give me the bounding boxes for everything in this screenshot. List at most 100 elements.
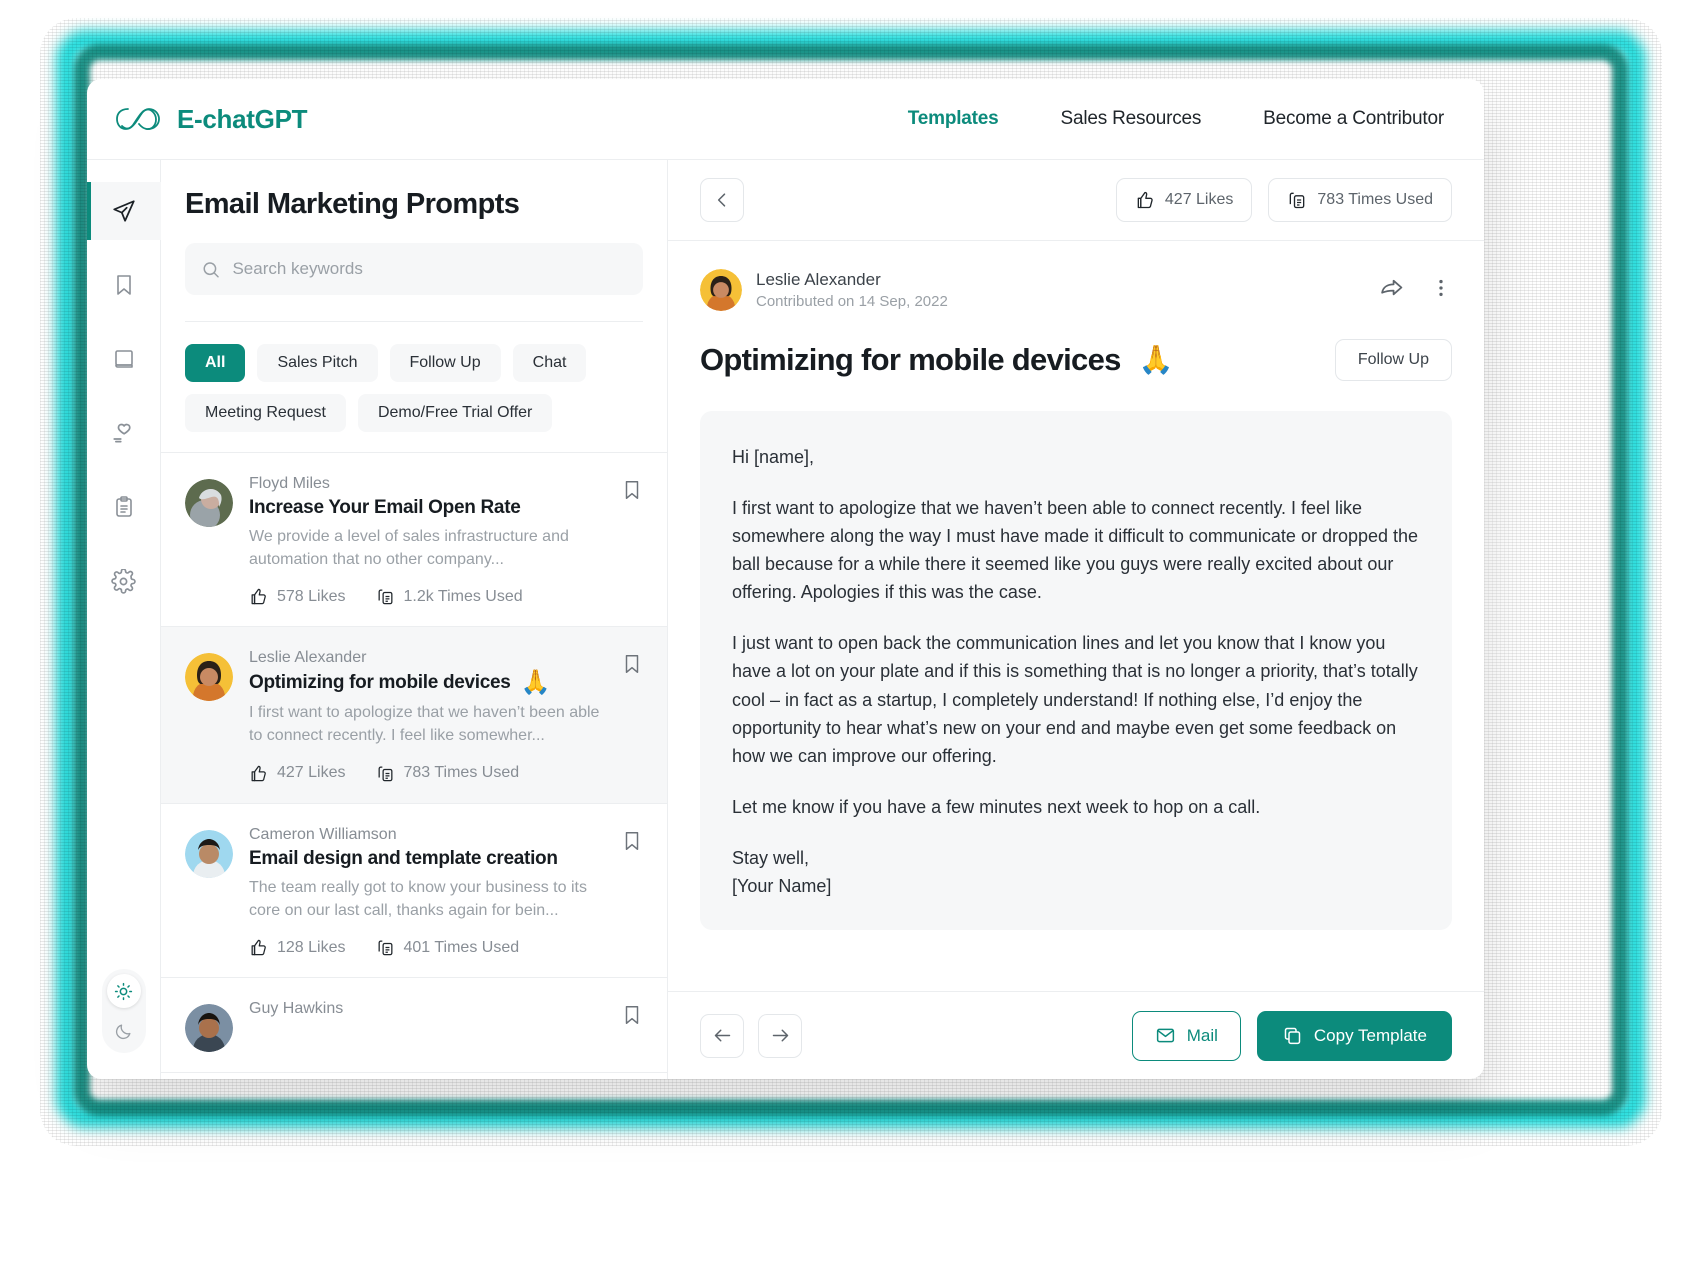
copy-template-button-label: Copy Template xyxy=(1313,1025,1427,1045)
list-item-used-label: 783 Times Used xyxy=(403,764,520,782)
list-item-content: Leslie Alexander Optimizing for mobile d… xyxy=(249,649,605,782)
avatar xyxy=(185,653,233,702)
theme-dark-button[interactable] xyxy=(107,1014,141,1048)
list-item[interactable]: Leslie Alexander Optimizing for mobile d… xyxy=(161,627,667,804)
nav-item-become-a-contributor[interactable]: Become a Contributor xyxy=(1263,108,1444,130)
thumbs-up-icon xyxy=(251,589,266,605)
share-button[interactable] xyxy=(1379,275,1404,305)
list-item-author: Guy Hawkins xyxy=(249,1000,344,1018)
thumbs-up-icon xyxy=(1137,191,1153,209)
arrow-right-icon xyxy=(772,1029,788,1042)
filter-chip-chat[interactable]: Chat xyxy=(512,344,587,382)
bookmark-icon xyxy=(116,275,131,295)
list-item-meta: 427 Likes 783 Times Used xyxy=(249,764,605,783)
filter-chip-meeting-request[interactable]: Meeting Request xyxy=(185,394,346,432)
times-used-stat[interactable]: 783 Times Used xyxy=(1268,178,1452,222)
bookmark-icon[interactable] xyxy=(621,653,643,782)
top-navbar: E-chatGPT Templates Sales Resources Beco… xyxy=(87,79,1484,160)
prompt-list-panel: Email Marketing Prompts All Sales Pitch … xyxy=(161,160,668,1079)
filter-chip-all[interactable]: All xyxy=(185,344,246,382)
more-options-button[interactable] xyxy=(1430,277,1452,304)
email-template-body: Hi [name], I first want to apologize tha… xyxy=(700,411,1452,931)
infinity-logo-icon xyxy=(116,108,160,131)
email-paragraph: I just want to open back the communicati… xyxy=(732,633,1418,766)
filter-chip-follow-up[interactable]: Follow Up xyxy=(389,344,501,382)
search-input[interactable] xyxy=(232,259,627,279)
list-item[interactable]: Guy Hawkins xyxy=(161,978,667,1074)
nav-item-templates[interactable]: Templates xyxy=(908,108,999,130)
list-item-content: Cameron Williamson Email design and temp… xyxy=(249,826,605,957)
avatar-leslie-alexander-detail xyxy=(700,269,742,311)
list-item-likes-label: 578 Likes xyxy=(277,587,346,605)
avatar-cameron-williamson xyxy=(185,829,233,878)
email-paragraph: Hi [name], xyxy=(732,447,815,467)
list-item-used: 401 Times Used xyxy=(376,938,520,957)
back-button[interactable] xyxy=(700,178,744,222)
praying-hands-emoji: 🙏 xyxy=(1138,344,1174,375)
list-item[interactable]: Cameron Williamson Email design and temp… xyxy=(161,804,667,979)
prompt-list[interactable]: Floyd Miles Increase Your Email Open Rat… xyxy=(161,452,667,1079)
times-used-stat-label: 783 Times Used xyxy=(1317,191,1433,208)
list-header: Email Marketing Prompts xyxy=(161,160,667,322)
avatar-leslie-alexander xyxy=(185,653,233,702)
footer-actions: Mail Copy Template xyxy=(1131,1010,1452,1061)
detail-toolbar: 427 Likes 783 Times Used xyxy=(668,160,1484,241)
list-item-content: Guy Hawkins xyxy=(249,1000,605,1052)
list-item-meta: 128 Likes 401 Times Used xyxy=(249,938,605,957)
rail-item-prompts[interactable] xyxy=(87,182,161,240)
list-item-content: Floyd Miles Increase Your Email Open Rat… xyxy=(249,475,605,606)
likes-stat-label: 427 Likes xyxy=(1164,191,1234,208)
rail-item-settings[interactable] xyxy=(87,552,161,610)
mail-icon xyxy=(1156,1028,1174,1043)
avatar xyxy=(185,479,233,527)
brand-logo[interactable]: E-chatGPT xyxy=(115,103,308,135)
clipboard-copy-icon xyxy=(378,940,392,956)
list-item-likes: 578 Likes xyxy=(249,587,346,606)
bookmark-icon[interactable] xyxy=(621,1004,643,1052)
list-item-author: Cameron Williamson xyxy=(249,825,397,843)
previous-button[interactable] xyxy=(700,1013,744,1058)
clipboard-copy-icon xyxy=(1290,192,1305,209)
contributed-date: Contributed on 14 Sep, 2022 xyxy=(756,293,948,310)
rail-item-library[interactable] xyxy=(87,330,161,388)
list-item-likes: 128 Likes xyxy=(249,938,346,957)
avatar xyxy=(185,1004,233,1053)
nav-item-sales-resources[interactable]: Sales Resources xyxy=(1061,108,1202,130)
theme-toggle[interactable] xyxy=(101,969,146,1053)
list-item-used-label: 1.2k Times Used xyxy=(403,587,523,605)
rail-item-favorites[interactable] xyxy=(87,404,161,462)
app-body: Email Marketing Prompts All Sales Pitch … xyxy=(87,160,1484,1079)
filter-chip-demo-free-trial-offer[interactable]: Demo/Free Trial Offer xyxy=(357,394,553,432)
paper-plane-icon xyxy=(112,200,135,222)
list-item-meta: 578 Likes 1.2k Times Used xyxy=(249,587,605,606)
gear-icon xyxy=(111,568,136,594)
list-item-title: Increase Your Email Open Rate xyxy=(249,497,605,519)
likes-stat[interactable]: 427 Likes xyxy=(1115,178,1253,222)
icon-rail xyxy=(87,160,161,1079)
list-item[interactable]: Floyd Miles Increase Your Email Open Rat… xyxy=(161,453,667,628)
filter-chip-sales-pitch[interactable]: Sales Pitch xyxy=(257,344,378,382)
theme-light-button[interactable] xyxy=(106,974,141,1008)
bookmark-icon[interactable] xyxy=(621,479,643,606)
mail-button[interactable]: Mail xyxy=(1131,1010,1241,1061)
rail-item-bookmarks[interactable] xyxy=(87,256,161,314)
copy-template-button[interactable]: Copy Template xyxy=(1256,1010,1452,1061)
detail-title-text: Optimizing for mobile devices xyxy=(700,342,1121,377)
category-tag-button[interactable]: Follow Up xyxy=(1334,339,1452,381)
detail-content: Leslie Alexander Contributed on 14 Sep, … xyxy=(668,241,1484,991)
rail-item-clipboard[interactable] xyxy=(87,478,161,536)
detail-footer: Mail Copy Template xyxy=(668,991,1484,1079)
copy-icon xyxy=(1284,1027,1301,1045)
list-item-used-label: 401 Times Used xyxy=(403,938,520,956)
detail-title-row: Optimizing for mobile devices 🙏 Follow U… xyxy=(700,339,1452,381)
contributor-row: Leslie Alexander Contributed on 14 Sep, … xyxy=(700,269,1452,311)
bookmark-icon[interactable] xyxy=(621,830,643,957)
brand-name: E-chatGPT xyxy=(177,103,308,134)
list-item-author: Leslie Alexander xyxy=(249,649,367,667)
list-item-title-text: Email design and template creation xyxy=(249,847,558,869)
arrow-left-icon xyxy=(714,1029,730,1042)
list-item-likes-label: 128 Likes xyxy=(277,938,346,956)
praying-hands-emoji: 🙏 xyxy=(520,669,551,697)
search-box[interactable] xyxy=(185,243,643,295)
next-button[interactable] xyxy=(758,1013,802,1058)
